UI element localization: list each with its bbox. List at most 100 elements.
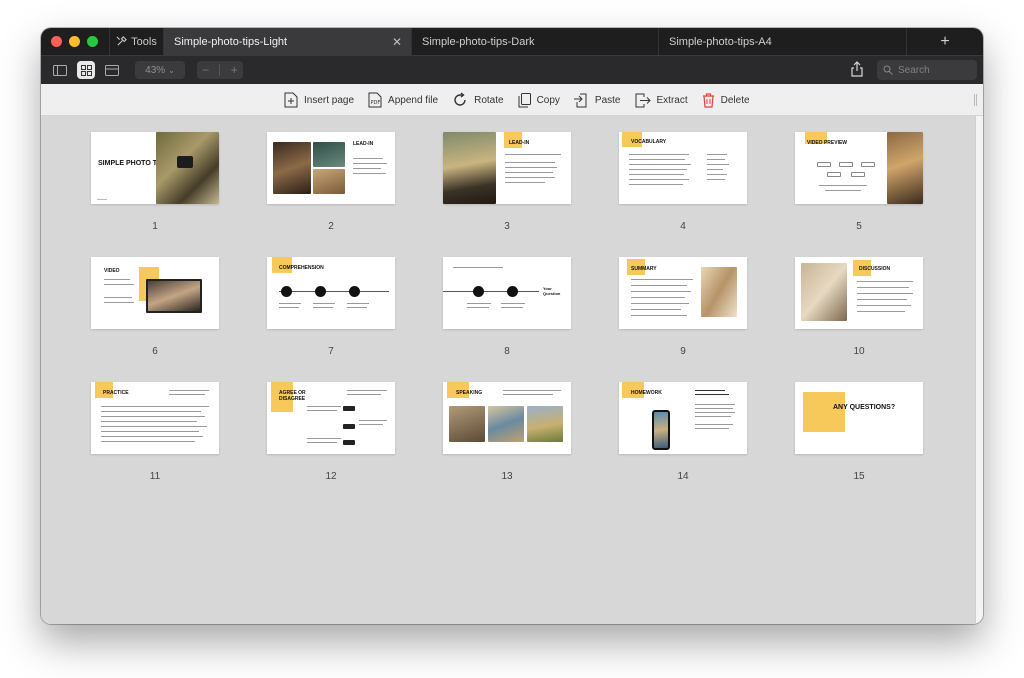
slide-title: PRACTICE: [103, 390, 129, 396]
page-number: 1: [152, 221, 158, 232]
page-thumbnail-14[interactable]: HOMEWORK: [619, 382, 747, 454]
page-thumbnail-2[interactable]: LEAD-IN: [267, 132, 395, 204]
page-number: 15: [853, 471, 865, 482]
title-bar: Tools Simple-photo-tips-Light ✕ Simple-p…: [41, 28, 983, 55]
copy-button[interactable]: Copy: [518, 92, 560, 108]
laptop-image: [146, 279, 202, 313]
extract-icon: [635, 93, 651, 107]
page-thumbnail-9[interactable]: SUMMARY: [619, 257, 747, 329]
action-label: Rotate: [474, 94, 504, 106]
page-thumbnail-7[interactable]: COMPREHENSION: [267, 257, 395, 329]
page-number: 6: [152, 346, 158, 357]
action-label: Insert page: [304, 94, 355, 106]
slide-photo: [273, 142, 311, 194]
zoom-select[interactable]: 43% ⌄: [135, 61, 185, 79]
plus-icon: +: [940, 32, 950, 50]
grid-view-button[interactable]: [77, 61, 95, 79]
page-thumbnail-11[interactable]: PRACTICE: [91, 382, 219, 454]
slide-photo: [701, 267, 737, 317]
slide-title: LEAD-IN: [509, 140, 530, 146]
tab-simple-photo-tips-light[interactable]: Simple-photo-tips-Light ✕: [163, 28, 411, 55]
page-thumbnail-4[interactable]: VOCABULARY: [619, 132, 747, 204]
window-controls: [41, 28, 109, 55]
page-number: 12: [325, 471, 337, 482]
page-number: 3: [504, 221, 510, 232]
append-file-button[interactable]: PDF Append file: [368, 92, 438, 108]
slide-title: LEAD-IN: [353, 141, 374, 147]
insert-page-button[interactable]: Insert page: [284, 92, 354, 108]
minimize-window-button[interactable]: [69, 36, 80, 47]
page-number: 14: [677, 471, 689, 482]
share-icon: [851, 61, 863, 77]
grid-view-icon: [80, 64, 92, 76]
zoom-in-button[interactable]: +: [231, 63, 238, 77]
tools-icon: [116, 36, 128, 46]
rotate-button[interactable]: Rotate: [452, 92, 504, 108]
single-page-icon: [105, 64, 119, 76]
new-tab-button[interactable]: +: [906, 28, 983, 55]
slide-title: VOCABULARY: [631, 139, 667, 145]
phone-image: [652, 410, 670, 450]
delete-button[interactable]: Delete: [702, 92, 750, 108]
action-label: Append file: [388, 94, 439, 106]
extract-button[interactable]: Extract: [635, 93, 688, 108]
action-label: Paste: [594, 94, 621, 106]
sidebar-toggle-button[interactable]: [51, 61, 69, 79]
tab-label: Simple-photo-tips-Light: [174, 35, 288, 48]
slide-photo: [156, 132, 219, 204]
page-thumbnail-12[interactable]: AGREE OR DISAGREE: [267, 382, 395, 454]
page-number: 9: [680, 346, 686, 357]
close-tab-icon[interactable]: ✕: [392, 35, 402, 49]
zoom-window-button[interactable]: [87, 36, 98, 47]
page-number: 13: [501, 471, 513, 482]
app-window: Tools Simple-photo-tips-Light ✕ Simple-p…: [41, 28, 983, 624]
tab-simple-photo-tips-a4[interactable]: Simple-photo-tips-A4: [658, 28, 906, 55]
page-thumbnail-5[interactable]: VIDEO PREVIEW: [795, 132, 923, 204]
slide-photo: [313, 169, 345, 194]
page-thumbnail-13[interactable]: SPEAKING: [443, 382, 571, 454]
toolbar: 43% ⌄ − +: [41, 55, 983, 84]
page-number: 4: [680, 221, 686, 232]
page-thumbnail-6[interactable]: VIDEO: [91, 257, 219, 329]
tab-label: Simple-photo-tips-A4: [669, 35, 772, 48]
page-number: 11: [149, 471, 161, 482]
slide-photo: [488, 406, 524, 442]
single-page-view-button[interactable]: [103, 61, 121, 79]
search-box[interactable]: [877, 60, 977, 80]
sidebar-icon: [53, 64, 67, 76]
tools-tab[interactable]: Tools: [109, 28, 163, 55]
slide-title: VIDEO PREVIEW: [807, 140, 848, 146]
page-thumbnail-1[interactable]: SIMPLE PHOTO TIPS: [91, 132, 219, 204]
vertical-scrollbar[interactable]: [975, 116, 983, 624]
action-label: Delete: [720, 94, 750, 106]
action-label: Extract: [656, 94, 688, 106]
page-number: 2: [328, 221, 334, 232]
slide-title: ANY QUESTIONS?: [833, 404, 896, 411]
action-label: Copy: [536, 94, 560, 106]
tools-tab-label: Tools: [131, 35, 157, 48]
page-number: 8: [504, 346, 510, 357]
paste-button[interactable]: Paste: [573, 93, 621, 108]
slide-title: Your Question: [543, 286, 561, 296]
slide-photo: [449, 406, 485, 442]
slide-title: DISCUSSION: [859, 266, 891, 272]
search-input[interactable]: [898, 64, 968, 76]
zoom-out-button[interactable]: −: [202, 63, 209, 77]
page-thumbnail-15[interactable]: ANY QUESTIONS?: [795, 382, 923, 454]
append-file-icon: PDF: [368, 92, 382, 108]
share-button[interactable]: [851, 61, 867, 79]
page-number: 7: [328, 346, 334, 357]
chevron-down-icon: ⌄: [168, 65, 175, 75]
trash-icon: [702, 92, 714, 108]
slide-title: HOMEWORK: [631, 390, 662, 396]
insert-page-icon: [284, 92, 298, 108]
svg-text:PDF: PDF: [371, 100, 381, 106]
toolbar-grip-handle[interactable]: [974, 94, 977, 106]
page-thumbnail-3[interactable]: LEAD-IN: [443, 132, 571, 204]
page-thumbnail-8[interactable]: Your Question: [443, 257, 571, 329]
page-thumbnail-10[interactable]: DISCUSSION: [795, 257, 923, 329]
tab-simple-photo-tips-dark[interactable]: Simple-photo-tips-Dark: [411, 28, 658, 55]
slide-title: VIDEO: [104, 268, 120, 274]
zoom-value: 43%: [145, 64, 166, 76]
close-window-button[interactable]: [51, 36, 62, 47]
